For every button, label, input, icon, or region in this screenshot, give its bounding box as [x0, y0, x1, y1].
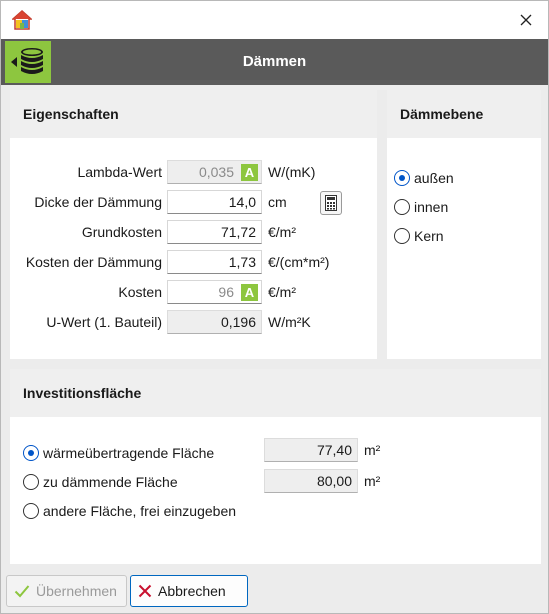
insulation-cost-field[interactable]: 1,73 [167, 250, 262, 274]
heat-transfer-area-unit: m² [364, 442, 381, 458]
lambda-unit: W/(mK) [268, 164, 316, 180]
radio-inside[interactable]: innen [394, 199, 448, 215]
u-value-label: U-Wert (1. Bauteil) [46, 314, 162, 330]
house-app-icon [11, 9, 33, 30]
lambda-label: Lambda-Wert [77, 164, 162, 180]
dialog-window: Dämmen Eigenschaften Lambda-Wert 0,035 A… [0, 0, 549, 614]
insulation-level-title: Dämmebene [387, 90, 541, 138]
properties-panel: Eigenschaften Lambda-Wert 0,035 A W/(mK)… [10, 90, 377, 359]
radio-outside[interactable]: außen [394, 170, 454, 186]
thickness-unit: cm [268, 194, 287, 210]
radio-heat-transfer-area[interactable]: wärmeübertragende Fläche [23, 445, 214, 461]
cancel-label: Abbrechen [158, 583, 226, 599]
close-button[interactable] [514, 9, 538, 31]
radio-core[interactable]: Kern [394, 228, 444, 244]
apply-label: Übernehmen [36, 583, 117, 599]
dialog-footer: Übernehmen Abbrechen [1, 571, 548, 613]
base-cost-label: Grundkosten [81, 224, 162, 240]
insulated-area-unit: m² [364, 473, 381, 489]
cancel-x-icon [138, 584, 152, 598]
insulation-level-panel: Dämmebene außen innen Kern [387, 90, 541, 359]
base-cost-field[interactable]: 71,72 [167, 220, 262, 244]
radio-outside-label: außen [414, 170, 454, 186]
heat-transfer-area-field: 77,40 [264, 438, 358, 462]
checkmark-icon [14, 584, 30, 598]
close-icon [520, 14, 532, 26]
u-value-field: 0,196 [167, 310, 262, 334]
radio-insulated-area-label: zu dämmende Fläche [43, 474, 178, 490]
u-value-unit: W/m²K [268, 314, 311, 330]
calculator-icon [325, 195, 337, 211]
radio-insulated-area-indicator [23, 474, 39, 490]
apply-button[interactable]: Übernehmen [6, 575, 127, 607]
cost-auto-badge[interactable]: A [241, 284, 258, 301]
investment-area-title: Investitionsfläche [10, 369, 541, 417]
radio-inside-label: innen [414, 199, 449, 215]
radio-inside-indicator [394, 199, 410, 215]
radio-insulated-area[interactable]: zu dämmende Fläche [23, 474, 178, 490]
cost-label: Kosten [118, 284, 162, 300]
radio-custom-area-indicator [23, 503, 39, 519]
insulation-cost-unit: €/(cm*m²) [268, 254, 330, 270]
dialog-header: Dämmen [1, 39, 548, 85]
thickness-field[interactable]: 14,0 [167, 190, 262, 214]
title-bar [1, 1, 548, 39]
radio-core-label: Kern [414, 228, 444, 244]
radio-outside-indicator [394, 170, 410, 186]
investment-area-panel: Investitionsfläche wärmeübertragende Flä… [10, 369, 541, 564]
radio-core-indicator [394, 228, 410, 244]
radio-heat-transfer-area-label: wärmeübertragende Fläche [43, 445, 215, 461]
cancel-button[interactable]: Abbrechen [130, 575, 248, 607]
insulation-layers-icon [5, 41, 51, 83]
cost-unit: €/m² [268, 284, 296, 300]
cost-value: 96 [218, 284, 234, 300]
lambda-value: 0,035 [198, 164, 234, 180]
radio-custom-area-label: andere Fläche, frei einzugeben [43, 503, 237, 519]
base-cost-unit: €/m² [268, 224, 296, 240]
insulation-cost-label: Kosten der Dämmung [25, 254, 162, 270]
properties-title: Eigenschaften [10, 90, 377, 138]
radio-custom-area[interactable]: andere Fläche, frei einzugeben [23, 503, 236, 519]
insulated-area-field: 80,00 [264, 469, 358, 493]
calculator-button[interactable] [320, 191, 342, 215]
dialog-title: Dämmen [242, 53, 307, 70]
radio-heat-transfer-area-indicator [23, 445, 39, 461]
thickness-label: Dicke der Dämmung [34, 194, 162, 210]
lambda-auto-badge[interactable]: A [241, 164, 258, 181]
